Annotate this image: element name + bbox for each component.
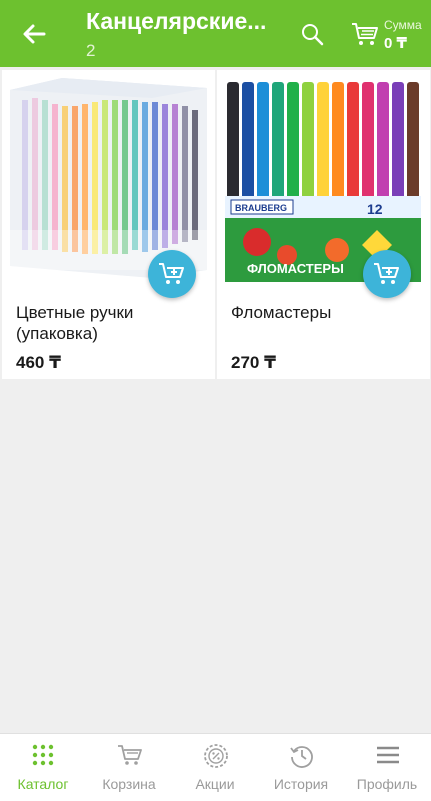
- cart-icon: [352, 23, 378, 45]
- nav-item-history[interactable]: История: [258, 734, 344, 801]
- product-card[interactable]: BRAUBERG 12 ФЛОМАСТЕРЫ Фломастеры 270 ₸: [217, 70, 430, 379]
- nav-item-cart[interactable]: Корзина: [86, 734, 172, 801]
- nav-item-catalog[interactable]: Каталог: [0, 734, 86, 801]
- product-price: 270 ₸: [231, 353, 276, 372]
- page-title: Канцелярские...: [86, 8, 267, 34]
- nav-label: Каталог: [17, 776, 69, 792]
- bottom-navigation: Каталог Корзина Акции История Профиль: [0, 733, 431, 801]
- package-label-text: ФЛОМАСТЕРЫ: [247, 261, 344, 276]
- discount-badge-icon: [204, 744, 228, 768]
- cart-sum-value: 0 ₸: [384, 35, 407, 52]
- nav-item-promotions[interactable]: Акции: [172, 734, 258, 801]
- nav-label: Профиль: [356, 776, 418, 792]
- cart-plus-icon: [159, 263, 184, 284]
- nav-label: Корзина: [102, 776, 156, 792]
- add-to-cart-button[interactable]: [148, 250, 196, 298]
- nav-item-profile[interactable]: Профиль: [344, 734, 430, 801]
- grid-dots-icon: [32, 744, 54, 766]
- header-cart-button[interactable]: [350, 20, 380, 48]
- package-count-text: 12: [367, 201, 383, 217]
- product-name: Цветные ручки (упаковка): [16, 303, 134, 343]
- product-card[interactable]: Цветные ручки (упаковка) 460 ₸: [2, 70, 215, 379]
- app-bar: Канцелярские... 2 Сумма 0 ₸: [0, 0, 431, 67]
- cart-icon: [118, 745, 142, 765]
- history-icon: [290, 746, 313, 768]
- back-button[interactable]: [14, 17, 54, 51]
- menu-icon: [377, 746, 399, 764]
- arrow-left-icon: [23, 24, 46, 44]
- page-subtitle-count: 2: [86, 41, 96, 60]
- package-brand-text: BRAUBERG: [235, 203, 287, 213]
- add-to-cart-button[interactable]: [363, 250, 411, 298]
- product-name: Фломастеры: [231, 303, 332, 322]
- nav-label: Акции: [195, 776, 235, 792]
- search-button[interactable]: [300, 22, 326, 48]
- search-icon: [302, 24, 324, 46]
- product-price: 460 ₸: [16, 353, 61, 372]
- cart-sum-label: Сумма: [384, 18, 422, 32]
- cart-plus-icon: [374, 263, 399, 284]
- nav-label: История: [273, 776, 329, 792]
